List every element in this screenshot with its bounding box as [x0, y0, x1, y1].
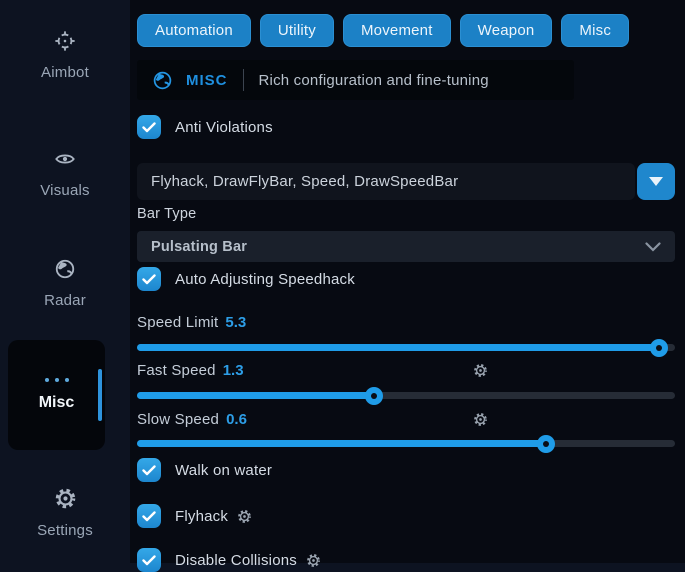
category-tabs: Automation Utility Movement Weapon Misc [137, 14, 629, 47]
sidebar-item-label: Radar [44, 292, 86, 309]
slider-thumb[interactable] [365, 387, 383, 405]
checkbox-label: Auto Adjusting Speedhack [175, 271, 355, 288]
sidebar-item-label: Misc [39, 394, 75, 412]
multiselect-value[interactable]: Flyhack, DrawFlyBar, Speed, DrawSpeedBar [137, 163, 635, 200]
bar-type-select[interactable]: Pulsating Bar [137, 231, 675, 262]
divider [243, 69, 244, 91]
section-title: MISC [186, 72, 228, 89]
gear-icon [54, 487, 77, 515]
slider-fill [137, 344, 659, 351]
tab-automation[interactable]: Automation [137, 14, 251, 47]
checkbox-label: Anti Violations [175, 119, 273, 136]
eye-icon [53, 148, 77, 175]
sidebar-item-label: Visuals [40, 182, 89, 199]
slider-fill [137, 440, 546, 447]
checkbox-label: Flyhack [175, 508, 252, 525]
globe-icon [152, 70, 173, 91]
auto-adjusting-speedhack-checkbox-row[interactable]: Auto Adjusting Speedhack [137, 267, 355, 291]
checkbox-checked-icon[interactable] [137, 504, 161, 528]
app-window: { "sidebar": { "items": [ { "label": "Ai… [0, 0, 685, 563]
slider-thumb[interactable] [537, 435, 555, 453]
slider-thumb[interactable] [650, 339, 668, 357]
slow-speed-value: 0.6 [226, 411, 247, 428]
chevron-down-icon [645, 242, 661, 252]
checkbox-checked-icon[interactable] [137, 548, 161, 572]
checkbox-checked-icon[interactable] [137, 458, 161, 482]
sidebar-item-radar[interactable]: Radar [0, 258, 130, 309]
bar-multiselect: Flyhack, DrawFlyBar, Speed, DrawSpeedBar [137, 163, 675, 200]
checkbox-label: Walk on water [175, 462, 272, 479]
slow-speed-slider[interactable] [137, 440, 675, 447]
anti-violations-checkbox-row[interactable]: Anti Violations [137, 115, 273, 139]
fast-speed-gear-icon[interactable] [473, 363, 488, 378]
flyhack-checkbox-row[interactable]: Flyhack [137, 504, 252, 528]
active-indicator-bar [98, 369, 102, 421]
tab-weapon[interactable]: Weapon [460, 14, 553, 47]
crosshair-icon [54, 30, 76, 57]
tab-movement[interactable]: Movement [343, 14, 451, 47]
slider-fill [137, 392, 374, 399]
checkbox-checked-icon[interactable] [137, 115, 161, 139]
bar-type-label: Bar Type [137, 206, 196, 222]
globe-icon [54, 258, 76, 285]
section-header: MISC Rich configuration and fine-tuning [137, 60, 574, 100]
ellipsis-icon [45, 378, 69, 382]
sidebar-item-aimbot[interactable]: Aimbot [0, 30, 130, 81]
slow-speed-label: Slow Speed0.6 [137, 411, 247, 428]
walk-on-water-checkbox-row[interactable]: Walk on water [137, 458, 272, 482]
fast-speed-label: Fast Speed1.3 [137, 362, 244, 379]
section-subtitle: Rich configuration and fine-tuning [259, 72, 489, 89]
main-panel: Automation Utility Movement Weapon Misc … [130, 0, 685, 563]
speed-limit-label: Speed Limit5.3 [137, 314, 246, 331]
sidebar-item-label: Settings [37, 522, 93, 539]
tab-misc[interactable]: Misc [561, 14, 629, 47]
sidebar-item-misc-active[interactable]: Misc [8, 340, 105, 450]
checkbox-checked-icon[interactable] [137, 267, 161, 291]
speed-limit-slider[interactable] [137, 344, 675, 351]
speed-limit-value: 5.3 [225, 314, 246, 331]
slow-speed-gear-icon[interactable] [473, 412, 488, 427]
disable-collisions-checkbox-row[interactable]: Disable Collisions [137, 548, 321, 572]
fast-speed-slider[interactable] [137, 392, 675, 399]
checkbox-label: Disable Collisions [175, 552, 321, 569]
fast-speed-value: 1.3 [223, 362, 244, 379]
sidebar-item-visuals[interactable]: Visuals [0, 148, 130, 199]
sidebar: Aimbot Visuals Radar Misc [0, 0, 130, 563]
flyhack-gear-icon[interactable] [237, 509, 252, 524]
triangle-down-icon [649, 177, 663, 186]
tab-utility[interactable]: Utility [260, 14, 334, 47]
disable-collisions-gear-icon[interactable] [306, 553, 321, 568]
select-value: Pulsating Bar [151, 239, 645, 255]
multiselect-dropdown-button[interactable] [637, 163, 675, 200]
sidebar-item-settings[interactable]: Settings [0, 487, 130, 539]
sidebar-item-label: Aimbot [41, 64, 89, 81]
